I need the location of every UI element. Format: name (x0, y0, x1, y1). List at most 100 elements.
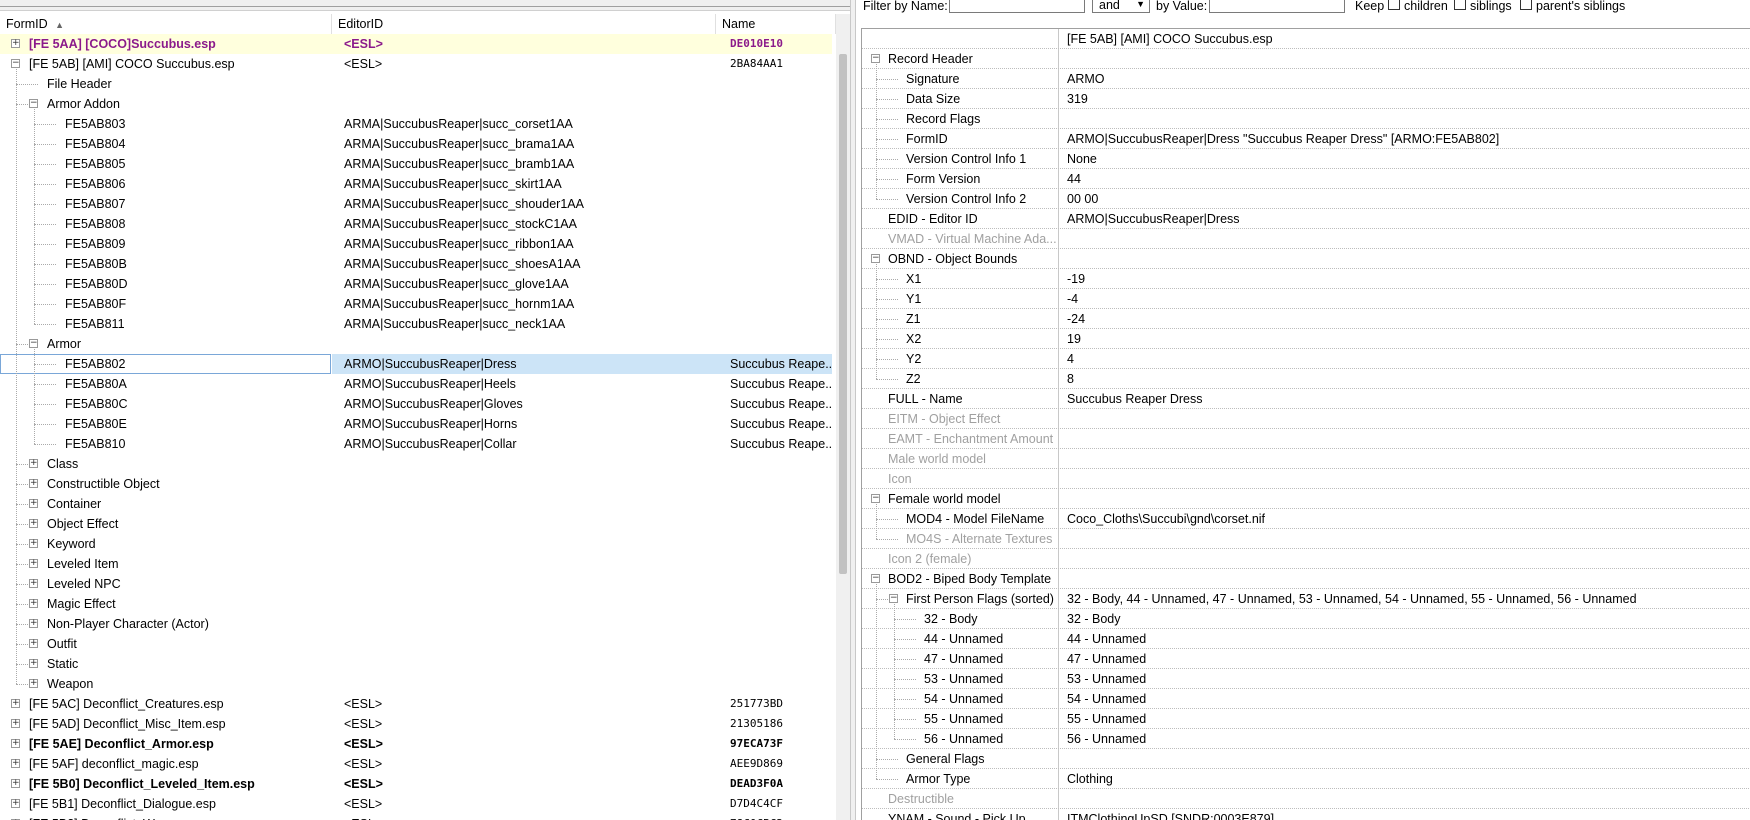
record-field-row[interactable]: EDID - Editor ID ARMO|SuccubusReaper|Dres… (862, 209, 1750, 229)
tree-row[interactable]: − Armor (0, 334, 832, 354)
expand-icon[interactable]: + (11, 779, 20, 788)
expand-icon[interactable]: + (29, 679, 38, 688)
tree-row[interactable]: + Keyword (0, 534, 832, 554)
record-field-row[interactable]: − OBND - Object Bounds (862, 249, 1750, 269)
record-field-row[interactable]: MO4S - Alternate Textures (862, 529, 1750, 549)
record-field-row[interactable]: Signature ARMO (862, 69, 1750, 89)
tree-row[interactable]: FE5AB802 ARMO|SuccubusReaper|Dress Succubu… (0, 354, 832, 374)
tree-row[interactable]: − Armor Addon (0, 94, 832, 114)
left-scrollbar[interactable] (836, 14, 850, 820)
record-field-row[interactable]: VMAD - Virtual Machine Ada... (862, 229, 1750, 249)
record-field-row[interactable]: Y2 4 (862, 349, 1750, 369)
record-field-row[interactable]: MOD4 - Model FileName Coco_Cloths\Succubi… (862, 509, 1750, 529)
record-field-row[interactable]: Icon 2 (female) (862, 549, 1750, 569)
expand-icon[interactable]: + (29, 659, 38, 668)
tree-row[interactable]: FE5AB807 ARMA|SuccubusReaper|succ_shouder… (0, 194, 832, 214)
filter-value-input[interactable] (1209, 0, 1345, 13)
record-field-row[interactable]: [FE 5AB] [AMI] COCO Succubus.esp (862, 29, 1750, 49)
record-field-row[interactable]: Armor Type Clothing (862, 769, 1750, 789)
column-header-formid[interactable]: FormID ▲ (0, 14, 332, 34)
tree-row[interactable]: + Class (0, 454, 832, 474)
expand-icon[interactable]: + (29, 519, 38, 528)
tree-row[interactable]: FE5AB804 ARMA|SuccubusReaper|succ_brama1A… (0, 134, 832, 154)
tree-row[interactable]: + Magic Effect (0, 594, 832, 614)
collapse-icon[interactable]: − (11, 59, 20, 68)
record-field-row[interactable]: X2 19 (862, 329, 1750, 349)
record-field-row[interactable]: Version Control Info 2 00 00 (862, 189, 1750, 209)
tree-row[interactable]: FE5AB806 ARMA|SuccubusReaper|succ_skirt1A… (0, 174, 832, 194)
tree-row[interactable]: FE5AB811 ARMA|SuccubusReaper|succ_neck1AA (0, 314, 832, 334)
tree-row[interactable]: + [FE 5B0] Deconflict_Leveled_Item.esp <ES… (0, 774, 832, 794)
left-scrollbar-thumb[interactable] (839, 54, 847, 574)
tree-row[interactable]: FE5AB809 ARMA|SuccubusReaper|succ_ribbon1… (0, 234, 832, 254)
expand-icon[interactable]: + (11, 799, 20, 808)
tree-row[interactable]: + Leveled Item (0, 554, 832, 574)
collapse-icon[interactable]: − (871, 254, 880, 263)
tree-row[interactable]: + Static (0, 654, 832, 674)
tree-row[interactable]: FE5AB80C ARMO|SuccubusReaper|Gloves Succub… (0, 394, 832, 414)
expand-icon[interactable]: + (29, 599, 38, 608)
expand-icon[interactable]: + (11, 699, 20, 708)
tree-row[interactable]: FE5AB80A ARMO|SuccubusReaper|Heels Succubu… (0, 374, 832, 394)
tree-row[interactable]: FE5AB80E ARMO|SuccubusReaper|Horns Succubu… (0, 414, 832, 434)
tree-row[interactable]: FE5AB80B ARMA|SuccubusReaper|succ_shoesA1… (0, 254, 832, 274)
keep-parent-siblings-checkbox[interactable] (1520, 0, 1532, 10)
record-field-row[interactable]: FormID ARMO|SuccubusReaper|Dress "Succubu… (862, 129, 1750, 149)
record-field-row[interactable]: Version Control Info 1 None (862, 149, 1750, 169)
record-field-row[interactable]: 47 - Unnamed 47 - Unnamed (862, 649, 1750, 669)
tree-row[interactable]: FE5AB805 ARMA|SuccubusReaper|succ_bramb1A… (0, 154, 832, 174)
record-field-row[interactable]: 32 - Body 32 - Body (862, 609, 1750, 629)
column-header-editorid[interactable]: EditorID (332, 14, 716, 34)
expand-icon[interactable]: + (29, 539, 38, 548)
keep-siblings-checkbox[interactable] (1454, 0, 1466, 10)
record-field-row[interactable]: FULL - Name Succubus Reaper Dress (862, 389, 1750, 409)
tree-row[interactable]: FE5AB803 ARMA|SuccubusReaper|succ_corset1… (0, 114, 832, 134)
expand-icon[interactable]: + (11, 739, 20, 748)
collapse-icon[interactable]: − (871, 54, 880, 63)
tree-row[interactable]: + Container (0, 494, 832, 514)
tree-row[interactable]: + Leveled NPC (0, 574, 832, 594)
record-field-row[interactable]: Data Size 319 (862, 89, 1750, 109)
tree-row[interactable]: + [FE 5AF] deconflict_magic.esp <ESL> AEE9D… (0, 754, 832, 774)
tree-row[interactable]: File Header (0, 74, 832, 94)
column-header-name[interactable]: Name (716, 14, 836, 34)
record-field-row[interactable]: X1 -19 (862, 269, 1750, 289)
record-field-row[interactable]: General Flags (862, 749, 1750, 769)
collapse-icon[interactable]: − (871, 494, 880, 503)
expand-icon[interactable]: + (29, 479, 38, 488)
keep-children-checkbox[interactable] (1388, 0, 1400, 10)
tree-row[interactable]: FE5AB810 ARMO|SuccubusReaper|Collar Succub… (0, 434, 832, 454)
tree-row[interactable]: +[FE 5B2] Deconflict_W...<ESL>78C0CBC2 (0, 814, 832, 820)
record-field-row[interactable]: 44 - Unnamed 44 - Unnamed (862, 629, 1750, 649)
expand-icon[interactable]: + (29, 639, 38, 648)
record-field-row[interactable]: Z1 -24 (862, 309, 1750, 329)
record-field-row[interactable]: 53 - Unnamed 53 - Unnamed (862, 669, 1750, 689)
tree-row[interactable]: FE5AB80D ARMA|SuccubusReaper|succ_glove1A… (0, 274, 832, 294)
record-field-row[interactable]: YNAM - Sound - Pick Up ITMClothingUpSD [S… (862, 809, 1750, 820)
record-field-row[interactable]: Z2 8 (862, 369, 1750, 389)
collapse-icon[interactable]: − (889, 594, 898, 603)
tree-row[interactable]: + Weapon (0, 674, 832, 694)
tree-row[interactable]: + [FE 5AA] [COCO]Succubus.esp <ESL> DE010E1… (0, 34, 832, 54)
tree-row[interactable]: + [FE 5B1] Deconflict_Dialogue.esp <ESL> D7… (0, 794, 832, 814)
expand-icon[interactable]: + (11, 719, 20, 728)
tree-row[interactable]: FE5AB80F ARMA|SuccubusReaper|succ_hornm1A… (0, 294, 832, 314)
record-field-row[interactable]: EAMT - Enchantment Amount (862, 429, 1750, 449)
record-field-row[interactable]: − Record Header (862, 49, 1750, 69)
record-field-row[interactable]: 55 - Unnamed 55 - Unnamed (862, 709, 1750, 729)
tree-row[interactable]: FE5AB808 ARMA|SuccubusReaper|succ_stockC1… (0, 214, 832, 234)
record-field-row[interactable]: − BOD2 - Biped Body Template (862, 569, 1750, 589)
expand-icon[interactable]: + (11, 759, 20, 768)
collapse-icon[interactable]: − (29, 99, 38, 108)
tree-row[interactable]: + Constructible Object (0, 474, 832, 494)
record-field-row[interactable]: Icon (862, 469, 1750, 489)
expand-icon[interactable]: + (29, 499, 38, 508)
collapse-icon[interactable]: − (29, 339, 38, 348)
record-field-row[interactable]: Form Version 44 (862, 169, 1750, 189)
tree-row[interactable]: + [FE 5AD] Deconflict_Misc_Item.esp <ESL> 2… (0, 714, 832, 734)
tree-row[interactable]: − [FE 5AB] [AMI] COCO Succubus.esp <ESL> 2B… (0, 54, 832, 74)
tree-row[interactable]: + Object Effect (0, 514, 832, 534)
pane-splitter[interactable] (850, 0, 856, 820)
record-field-row[interactable]: Destructible (862, 789, 1750, 809)
tree-row[interactable]: + [FE 5AE] Deconflict_Armor.esp <ESL> 97ECA… (0, 734, 832, 754)
